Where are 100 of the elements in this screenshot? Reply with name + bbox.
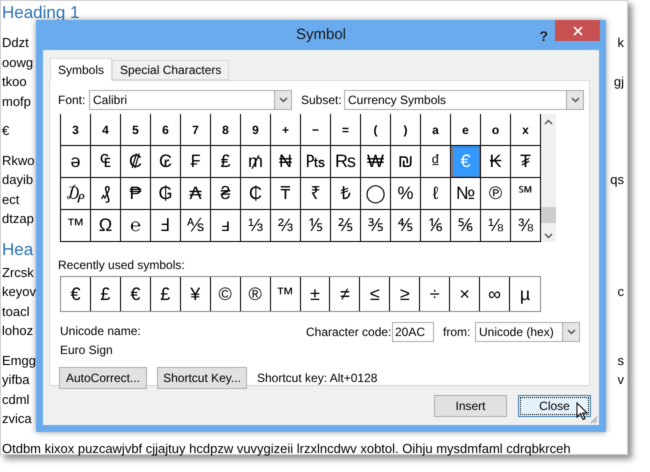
close-window-button[interactable] xyxy=(555,20,600,41)
symbol-cell[interactable]: ⅙ xyxy=(421,210,451,242)
recent-symbol-cell[interactable]: ≥ xyxy=(390,277,420,311)
symbol-cell[interactable]: ₰ xyxy=(91,178,121,210)
recent-symbol-cell[interactable]: € xyxy=(61,277,91,311)
document-text: gj xyxy=(614,73,624,91)
recent-symbol-cell[interactable]: € xyxy=(120,277,151,311)
symbol-cell[interactable]: ⅛ xyxy=(481,210,511,242)
symbol-cell[interactable]: o xyxy=(481,114,511,146)
symbol-cell[interactable]: 4 xyxy=(91,114,121,146)
symbol-cell[interactable]: ⅕ xyxy=(301,210,331,242)
symbol-cell[interactable]: ₴ xyxy=(211,178,241,210)
document-text: Zrcsk xyxy=(2,264,34,282)
symbol-cell[interactable]: ₵ xyxy=(241,178,271,210)
chevron-down-icon xyxy=(570,97,580,103)
symbol-cell[interactable]: 6 xyxy=(151,114,181,146)
symbol-cell[interactable]: ₥ xyxy=(241,146,271,178)
symbol-cell[interactable]: ₳ xyxy=(181,178,211,210)
recent-symbol-cell[interactable]: © xyxy=(210,277,241,311)
dialog-tab[interactable]: Symbols xyxy=(50,58,112,81)
document-text: mofp xyxy=(2,92,31,111)
symbol-cell[interactable]: ₹ xyxy=(301,178,331,210)
symbol-cell[interactable]: ⅍ xyxy=(181,210,211,242)
symbol-cell[interactable]: ℓ xyxy=(421,178,451,210)
symbol-cell[interactable]: ₠ xyxy=(91,146,121,178)
character-code-field[interactable]: 20AC xyxy=(392,322,434,342)
recent-symbol-cell[interactable]: £ xyxy=(90,277,121,311)
recent-symbol-cell[interactable]: × xyxy=(450,277,480,311)
document-text: zvica xyxy=(2,410,32,428)
symbol-cell[interactable]: ⅎ xyxy=(211,210,241,242)
close-button[interactable]: Close xyxy=(518,395,591,417)
symbol-cell[interactable]: ₭ xyxy=(481,146,511,178)
close-icon xyxy=(572,26,582,36)
symbol-cell[interactable]: ₺ xyxy=(331,178,361,210)
symbol-cell[interactable]: ₨ xyxy=(331,146,361,178)
from-select[interactable]: Unicode (hex) xyxy=(475,322,580,342)
shortcut-key-button[interactable]: Shortcut Key... xyxy=(157,367,247,389)
symbol-cell[interactable]: ℮ xyxy=(121,210,151,242)
document-text: c xyxy=(618,283,624,301)
symbol-cell[interactable]: a xyxy=(421,114,451,146)
scroll-down-icon xyxy=(544,233,553,239)
symbol-cell[interactable]: % xyxy=(391,178,421,210)
recent-symbol-cell[interactable]: ± xyxy=(300,277,330,311)
recent-symbol-cell[interactable]: ™ xyxy=(270,277,300,311)
scrollbar-thumb[interactable] xyxy=(541,207,556,223)
symbol-cell[interactable]: ə xyxy=(61,146,91,178)
symbol-cell[interactable]: ₱ xyxy=(121,178,151,210)
recent-symbol-cell[interactable]: £ xyxy=(150,277,181,311)
recent-symbol-cell[interactable]: ≠ xyxy=(330,277,360,311)
symbol-cell[interactable]: 3 xyxy=(61,114,91,146)
recent-symbol-cell[interactable]: ÷ xyxy=(420,277,450,311)
symbol-cell[interactable]: ◯ xyxy=(361,178,391,210)
symbol-cell[interactable]: ⅚ xyxy=(451,210,481,242)
symbol-cell[interactable]: ₯ xyxy=(61,178,91,210)
symbol-cell[interactable]: Ⅎ xyxy=(151,210,181,242)
document-text: Emgg xyxy=(2,352,36,370)
symbol-cell[interactable]: 7 xyxy=(181,114,211,146)
dialog-title: Symbol xyxy=(296,24,346,45)
symbol-cell[interactable]: ⅘ xyxy=(391,210,421,242)
symbol-cell[interactable]: ₩ xyxy=(361,146,391,178)
symbol-cell[interactable]: ⅖ xyxy=(331,210,361,242)
subset-select[interactable]: Currency Symbols xyxy=(344,90,584,110)
symbol-cell[interactable]: ₣ xyxy=(181,146,211,178)
recent-symbol-cell[interactable]: ≤ xyxy=(360,277,390,311)
insert-button[interactable]: Insert xyxy=(434,395,507,417)
symbol-cell[interactable]: ₦ xyxy=(271,146,301,178)
symbol-cell[interactable]: ₧ xyxy=(301,146,331,178)
symbol-cell[interactable]: 9 xyxy=(241,114,271,146)
recent-symbol-cell[interactable]: ∞ xyxy=(480,277,510,311)
symbol-cell[interactable]: ₤ xyxy=(211,146,241,178)
autocorrect-button[interactable]: AutoCorrect... xyxy=(59,367,147,389)
symbol-cell[interactable]: ₪ xyxy=(391,146,421,178)
symbol-cell[interactable]: ™ xyxy=(61,210,91,242)
symbol-cell[interactable]: ⅓ xyxy=(241,210,271,242)
recent-symbol-cell[interactable]: ¥ xyxy=(180,277,211,311)
symbol-cell[interactable]: ) xyxy=(391,114,421,146)
symbol-cell[interactable]: № xyxy=(451,178,481,210)
font-select[interactable]: Calibri xyxy=(89,90,292,110)
symbol-cell[interactable]: ⅗ xyxy=(361,210,391,242)
symbol-cell[interactable]: ₡ xyxy=(121,146,151,178)
help-button[interactable]: ? xyxy=(539,26,548,47)
symbol-cell[interactable]: ⅔ xyxy=(271,210,301,242)
symbol-cell[interactable]: ℗ xyxy=(481,178,511,210)
symbol-cell[interactable]: = xyxy=(331,114,361,146)
symbol-cell[interactable]: + xyxy=(271,114,301,146)
symbol-cell[interactable]: ₸ xyxy=(271,178,301,210)
symbol-cell[interactable]: Ω xyxy=(91,210,121,242)
recent-symbol-cell[interactable]: ® xyxy=(240,277,271,311)
recent-symbol-cell[interactable]: µ xyxy=(510,277,540,311)
symbol-cell[interactable]: 8 xyxy=(211,114,241,146)
symbol-cell[interactable]: − xyxy=(301,114,331,146)
vertical-scrollbar[interactable] xyxy=(541,114,556,242)
symbol-cell[interactable]: ₲ xyxy=(151,178,181,210)
symbol-cell[interactable]: ₢ xyxy=(151,146,181,178)
symbol-cell[interactable]: 5 xyxy=(121,114,151,146)
resize-grip-icon xyxy=(590,416,598,424)
dialog-tab[interactable]: Special Characters xyxy=(112,60,230,80)
unicode-name-label: Unicode name: xyxy=(60,323,142,340)
recent-symbols-label: Recently used symbols: xyxy=(58,257,186,274)
symbol-cell[interactable]: ( xyxy=(361,114,391,146)
